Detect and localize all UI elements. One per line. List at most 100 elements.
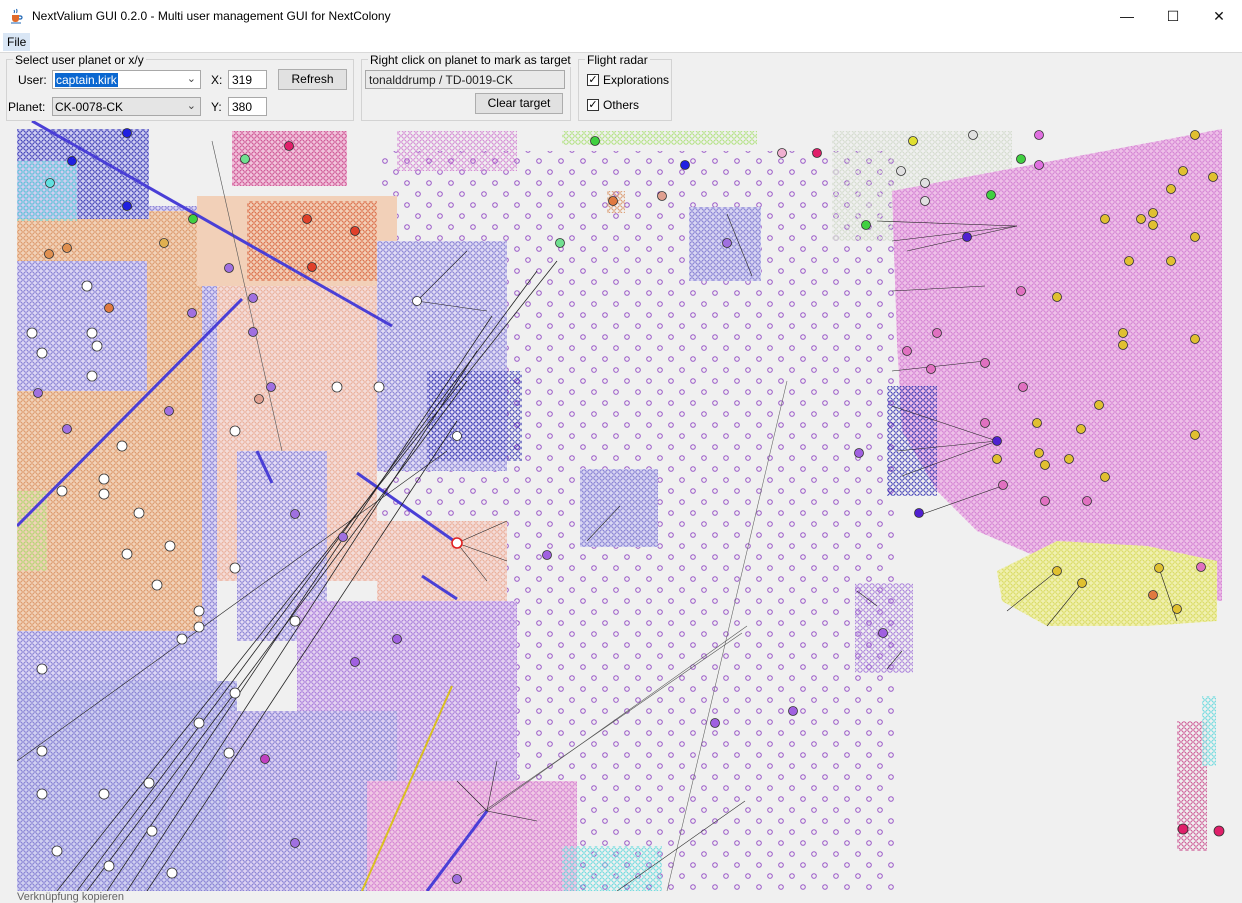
planet [1094, 400, 1104, 410]
select-panel-title: Select user planet or x/y [13, 53, 146, 67]
planet [289, 615, 301, 627]
planet [143, 777, 155, 789]
planet [373, 381, 385, 393]
planet [159, 238, 169, 248]
planet [1064, 454, 1074, 464]
planet [998, 480, 1008, 490]
planet-combobox[interactable]: CK-0078-CK ⌄ [52, 97, 201, 116]
menu-file[interactable]: File [3, 33, 31, 51]
planet [1034, 448, 1044, 458]
planet [722, 238, 732, 248]
planet [51, 845, 63, 857]
planet [392, 634, 402, 644]
planet [81, 280, 93, 292]
planet [878, 628, 888, 638]
y-label: Y: [211, 100, 222, 114]
galaxy-map-canvas[interactable] [17, 121, 1235, 891]
planet [331, 381, 343, 393]
planet [98, 473, 110, 485]
x-input[interactable]: 319 [228, 70, 267, 89]
planet [1018, 382, 1028, 392]
planet [104, 303, 114, 313]
planet [248, 293, 258, 303]
planet [67, 156, 77, 166]
planet [542, 550, 552, 560]
planet [122, 128, 132, 138]
planet [103, 860, 115, 872]
planet [176, 633, 188, 645]
planet [164, 406, 174, 416]
minimize-icon: — [1120, 8, 1134, 24]
planet [26, 327, 38, 339]
planet [86, 327, 98, 339]
planet [122, 201, 132, 211]
planet [188, 214, 198, 224]
menu-bar: File [0, 32, 1242, 53]
planet [98, 488, 110, 500]
planet [992, 436, 1002, 446]
close-button[interactable]: ✕ [1196, 0, 1242, 32]
planet [1034, 130, 1044, 140]
planet [962, 232, 972, 242]
planet [1040, 496, 1050, 506]
planet [968, 130, 978, 140]
planet [223, 747, 235, 759]
planet [1208, 172, 1218, 182]
planet [91, 340, 103, 352]
galaxy-map[interactable] [17, 121, 1235, 891]
planet [350, 226, 360, 236]
planet [338, 532, 348, 542]
chevron-down-icon: ⌄ [186, 73, 196, 85]
planet [86, 370, 98, 382]
title-bar: NextValium GUI 0.2.0 - Multi user manage… [0, 0, 1242, 32]
clear-target-button[interactable]: Clear target [475, 93, 563, 114]
refresh-button[interactable]: Refresh [278, 69, 347, 90]
user-combobox-value: captain.kirk [55, 73, 118, 87]
user-combobox[interactable]: captain.kirk ⌄ [52, 70, 201, 89]
planet [193, 621, 205, 633]
explorations-label: Explorations [603, 73, 670, 87]
planet [1118, 340, 1128, 350]
planet [1136, 214, 1146, 224]
others-checkbox[interactable]: ✓ [587, 99, 599, 111]
planet [992, 454, 1002, 464]
planet [1082, 496, 1092, 506]
planet [1213, 825, 1225, 837]
window-title: NextValium GUI 0.2.0 - Multi user manage… [32, 9, 391, 23]
planet [146, 825, 158, 837]
planet [45, 178, 55, 188]
planet [1100, 214, 1110, 224]
planet [307, 262, 317, 272]
maximize-button[interactable]: ☐ [1150, 0, 1196, 32]
planet [1040, 460, 1050, 470]
planet [1177, 823, 1189, 835]
planet [1032, 418, 1042, 428]
planet [260, 754, 270, 764]
planet [1190, 232, 1200, 242]
planet [187, 308, 197, 318]
planet [229, 425, 241, 437]
planet [986, 190, 996, 200]
planet [914, 508, 924, 518]
y-input[interactable]: 380 [228, 97, 267, 116]
planet [1100, 472, 1110, 482]
close-icon: ✕ [1213, 7, 1225, 24]
explorations-checkbox[interactable]: ✓ [587, 74, 599, 86]
planet [412, 296, 422, 306]
planet [1190, 130, 1200, 140]
java-cup-icon [11, 8, 23, 24]
planet [452, 431, 462, 441]
planet [302, 214, 312, 224]
planet [240, 154, 250, 164]
others-label: Others [603, 98, 640, 112]
planet [33, 388, 43, 398]
planet [224, 263, 234, 273]
planet [1148, 208, 1158, 218]
planet [920, 196, 930, 206]
planet [290, 838, 300, 848]
planet [920, 178, 930, 188]
minimize-button[interactable]: — [1104, 0, 1150, 32]
planet [777, 148, 787, 158]
planet-combobox-value: CK-0078-CK [55, 100, 124, 114]
chevron-down-icon: ⌄ [186, 100, 196, 112]
